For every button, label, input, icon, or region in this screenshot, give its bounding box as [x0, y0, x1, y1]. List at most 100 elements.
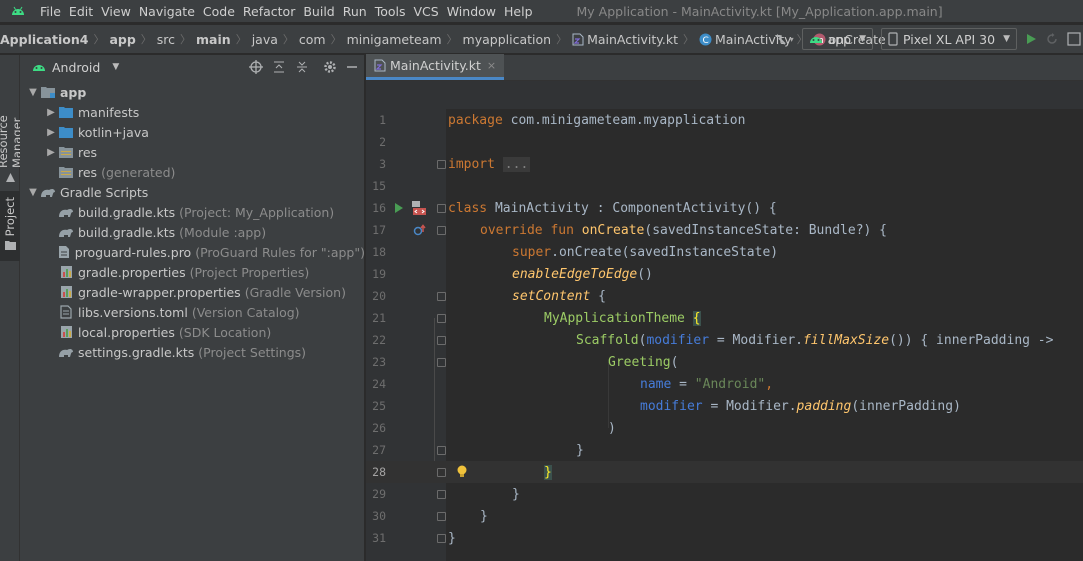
menu-build[interactable]: Build	[299, 4, 338, 19]
breadcrumb-main[interactable]: main	[196, 32, 231, 47]
chevron-down-icon[interactable]: ▼	[26, 87, 40, 98]
tree-item-res-generated[interactable]: res (generated)	[20, 162, 365, 182]
fold-icon[interactable]	[437, 357, 446, 367]
code-line[interactable]: 20 setContent {	[366, 285, 1083, 307]
code-line[interactable]: 18 super.onCreate(savedInstanceState)	[366, 241, 1083, 263]
override-gutter-icon[interactable]	[413, 224, 427, 236]
tree-item-libs-versions[interactable]: libs.versions.toml (Version Catalog)	[20, 302, 365, 322]
tree-item-label: proguard-rules.pro	[74, 244, 192, 260]
tree-item-gradle-properties[interactable]: gradle.properties (Project Properties)	[20, 262, 365, 282]
folded-imports[interactable]: ...	[502, 156, 531, 172]
project-tab[interactable]: Project	[0, 191, 20, 261]
matched-brace: {	[692, 310, 701, 326]
code-area[interactable]: 1 package com.minigameteam.myapplication…	[366, 109, 1083, 561]
code-token: .onCreate(savedInstanceState)	[551, 244, 779, 260]
fold-icon[interactable]	[437, 489, 446, 499]
fold-icon[interactable]	[437, 313, 446, 323]
tree-item-gradle-scripts[interactable]: ▼ Gradle Scripts	[20, 182, 365, 202]
device-select[interactable]: Pixel XL API 30 ▼	[881, 28, 1017, 50]
menu-view[interactable]: View	[97, 4, 135, 19]
code-line[interactable]: 29 }	[366, 483, 1083, 505]
tree-item-local-properties[interactable]: local.properties (SDK Location)	[20, 322, 365, 342]
code-line[interactable]: 1 package com.minigameteam.myapplication	[366, 109, 1083, 131]
menu-run[interactable]: Run	[339, 4, 371, 19]
tab-mainactivity[interactable]: MainActivity.kt ×	[366, 54, 505, 80]
tree-item-build-gradle-project[interactable]: build.gradle.kts (Project: My_Applicatio…	[20, 202, 365, 222]
code-line[interactable]: 19 enableEdgeToEdge()	[366, 263, 1083, 285]
tree-item-settings-gradle[interactable]: settings.gradle.kts (Project Settings)	[20, 342, 365, 362]
tree-item-gradle-wrapper-properties[interactable]: gradle-wrapper.properties (Gradle Versio…	[20, 282, 365, 302]
code-line[interactable]: 17 override fun onCreate(savedInstanceSt…	[366, 219, 1083, 241]
tree-item-manifests[interactable]: ▶ manifests	[20, 102, 365, 122]
code-line-current[interactable]: 28 }	[366, 461, 1083, 483]
tree-item-proguard[interactable]: proguard-rules.pro (ProGuard Rules for "…	[20, 242, 365, 262]
tree-item-kotlin-java[interactable]: ▶ kotlin+java	[20, 122, 365, 142]
lightbulb-icon[interactable]	[456, 465, 468, 479]
breadcrumb-java[interactable]: java	[252, 32, 278, 47]
code-line[interactable]: 24 name = "Android",	[366, 373, 1083, 395]
code-line[interactable]: 31 }	[366, 527, 1083, 549]
chevron-right-icon[interactable]: ▶	[44, 107, 58, 118]
breadcrumb-minigameteam[interactable]: minigameteam	[347, 32, 442, 47]
code-line[interactable]: 15	[366, 175, 1083, 197]
code-line[interactable]: 3 import ...	[366, 153, 1083, 175]
menu-navigate[interactable]: Navigate	[135, 4, 199, 19]
code-line[interactable]: 30 }	[366, 505, 1083, 527]
menu-edit[interactable]: Edit	[65, 4, 97, 19]
breadcrumb-separator-icon: 〉	[330, 33, 342, 46]
run-configuration-select[interactable]: app ▼	[801, 28, 874, 50]
fold-icon[interactable]	[437, 445, 446, 455]
fold-icon[interactable]	[437, 335, 446, 345]
chevron-right-icon[interactable]: ▶	[44, 127, 58, 138]
fold-icon[interactable]	[437, 225, 446, 235]
menu-vcs[interactable]: VCS	[410, 4, 443, 19]
layout-icon[interactable]	[1067, 32, 1081, 46]
run-play-icon[interactable]	[1025, 33, 1037, 45]
chevron-down-icon[interactable]: ▼	[26, 187, 40, 198]
breadcrumb-src[interactable]: src	[157, 32, 175, 47]
breadcrumb-myapplication[interactable]: myapplication	[463, 32, 552, 47]
fold-icon[interactable]	[437, 291, 446, 301]
fold-icon[interactable]	[437, 159, 446, 169]
activity-gutter-icon[interactable]	[411, 200, 427, 216]
code-line[interactable]: 2	[366, 131, 1083, 153]
code-line[interactable]: 26 )	[366, 417, 1083, 439]
breadcrumb-com[interactable]: com	[299, 32, 326, 47]
menu-help[interactable]: Help	[500, 4, 537, 19]
breadcrumb-file[interactable]: MainActivity.kt	[572, 32, 678, 47]
expand-all-icon[interactable]	[272, 60, 286, 74]
fold-icon[interactable]	[437, 533, 446, 543]
menu-refactor[interactable]: Refactor	[239, 4, 299, 19]
collapse-all-icon[interactable]	[295, 60, 309, 74]
rerun-icon[interactable]	[1045, 32, 1059, 46]
tree-item-res[interactable]: ▶ res	[20, 142, 365, 162]
chevron-right-icon[interactable]: ▶	[44, 147, 58, 158]
fold-icon[interactable]	[437, 511, 446, 521]
menu-window[interactable]: Window	[443, 4, 500, 19]
locate-file-icon[interactable]	[249, 60, 263, 74]
menu-file[interactable]: File	[36, 4, 65, 19]
fold-icon[interactable]	[437, 467, 446, 477]
code-line[interactable]: 23 Greeting(	[366, 351, 1083, 373]
tree-item-build-gradle-module[interactable]: build.gradle.kts (Module :app)	[20, 222, 365, 242]
menu-tools[interactable]: Tools	[371, 4, 410, 19]
close-icon[interactable]: ×	[487, 59, 496, 72]
tree-item-app[interactable]: ▼ app	[20, 82, 365, 102]
run-gutter-icon[interactable]	[394, 203, 404, 213]
code-line[interactable]: 27 }	[366, 439, 1083, 461]
code-line[interactable]: 22 Scaffold(modifier = Modifier.fillMaxS…	[366, 329, 1083, 351]
code-text: }	[576, 442, 584, 458]
gear-icon[interactable]	[323, 60, 337, 74]
code-line[interactable]: 16 class MainActivity : ComponentActivit…	[366, 197, 1083, 219]
hammer-build-icon[interactable]: ▾	[772, 31, 794, 47]
breadcrumb-app[interactable]: app	[109, 32, 135, 47]
resource-manager-tab[interactable]: Resource Manager	[0, 63, 24, 183]
code-line[interactable]: 21 MyApplicationTheme {	[366, 307, 1083, 329]
breadcrumb-project[interactable]: Application4	[0, 32, 88, 47]
minimize-icon[interactable]	[346, 61, 358, 73]
chevron-down-icon[interactable]: ▼	[112, 62, 119, 72]
code-line[interactable]: 25 modifier = Modifier.padding(innerPadd…	[366, 395, 1083, 417]
project-view-select[interactable]: Android	[52, 60, 100, 75]
fold-icon[interactable]	[437, 203, 446, 213]
menu-code[interactable]: Code	[199, 4, 239, 19]
